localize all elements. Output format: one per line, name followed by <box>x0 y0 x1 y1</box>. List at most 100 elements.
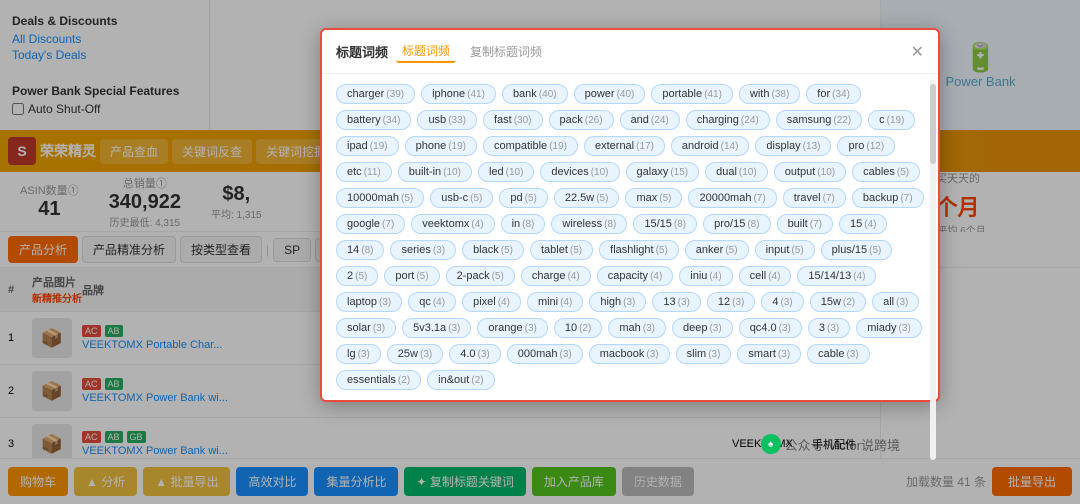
keyword-tag[interactable]: 15/14/13(4) <box>797 266 876 286</box>
keyword-tag[interactable]: lg(3) <box>336 344 381 364</box>
keyword-tag[interactable]: iphone(41) <box>421 84 496 104</box>
keyword-tag[interactable]: 10(2) <box>554 318 602 338</box>
keyword-tag[interactable]: 25w(3) <box>387 344 443 364</box>
keyword-tag[interactable]: power(40) <box>574 84 646 104</box>
watermark-icon: ♠ <box>761 434 781 454</box>
keyword-tag[interactable]: qc4.0(3) <box>739 318 802 338</box>
keyword-tag[interactable]: charging(24) <box>686 110 770 130</box>
keyword-tag[interactable]: solar(3) <box>336 318 396 338</box>
keyword-tag[interactable]: miady(3) <box>856 318 922 338</box>
keyword-tag[interactable]: flashlight(5) <box>599 240 679 260</box>
keyword-tag[interactable]: 13(3) <box>652 292 700 312</box>
keyword-tag[interactable]: charger(39) <box>336 84 415 104</box>
modal-scrollbar-thumb <box>930 84 936 164</box>
keyword-tag[interactable]: cell(4) <box>739 266 792 286</box>
keyword-tag[interactable]: smart(3) <box>737 344 801 364</box>
keyword-tag[interactable]: iniu(4) <box>679 266 732 286</box>
keyword-tag[interactable]: 15/15(8) <box>633 214 697 234</box>
keyword-tag[interactable]: macbook(3) <box>589 344 670 364</box>
keyword-tag[interactable]: 4.0(3) <box>449 344 501 364</box>
modal-header: 标题词频 标题词频 复制标题词频 ✕ <box>322 30 938 74</box>
keyword-tag[interactable]: ipad(19) <box>336 136 399 156</box>
keyword-tag[interactable]: slim(3) <box>676 344 732 364</box>
keyword-tag[interactable]: high(3) <box>589 292 646 312</box>
keyword-tag[interactable]: plus/15(5) <box>821 240 893 260</box>
keyword-tag[interactable]: and(24) <box>620 110 680 130</box>
keyword-tag[interactable]: etc(11) <box>336 162 392 182</box>
keyword-tag[interactable]: 3(3) <box>808 318 850 338</box>
keyword-tag[interactable]: output(10) <box>774 162 846 182</box>
keyword-tag[interactable]: pd(5) <box>499 188 547 208</box>
keyword-tag[interactable]: android(14) <box>671 136 750 156</box>
keyword-tag[interactable]: with(38) <box>739 84 800 104</box>
keyword-tag[interactable]: bank(40) <box>502 84 568 104</box>
keyword-tag[interactable]: capacity(4) <box>597 266 674 286</box>
keyword-tag[interactable]: max(5) <box>625 188 682 208</box>
keyword-tag[interactable]: for(34) <box>806 84 861 104</box>
keyword-tag[interactable]: anker(5) <box>685 240 749 260</box>
keyword-tag[interactable]: 5v3.1a(3) <box>402 318 471 338</box>
keyword-tag[interactable]: galaxy(15) <box>626 162 700 182</box>
keyword-tag[interactable]: 4(3) <box>761 292 803 312</box>
keyword-tag[interactable]: wireless(8) <box>551 214 627 234</box>
keyword-tag[interactable]: portable(41) <box>651 84 733 104</box>
keyword-tag[interactable]: all(3) <box>872 292 919 312</box>
keyword-tag[interactable]: travel(7) <box>783 188 846 208</box>
keyword-tag[interactable]: 20000mah(7) <box>688 188 776 208</box>
keyword-tag[interactable]: usb-c(5) <box>430 188 493 208</box>
keyword-tag[interactable]: samsung(22) <box>776 110 862 130</box>
keyword-tag[interactable]: qc(4) <box>408 292 456 312</box>
keyword-tag[interactable]: 15(4) <box>839 214 887 234</box>
keyword-tag[interactable]: google(7) <box>336 214 405 234</box>
modal-scrollbar[interactable] <box>930 80 936 460</box>
keyword-tag[interactable]: in&out(2) <box>427 370 494 390</box>
keyword-tag[interactable]: cable(3) <box>807 344 870 364</box>
keyword-tag[interactable]: devices(10) <box>540 162 619 182</box>
keyword-tag[interactable]: usb(33) <box>417 110 477 130</box>
keyword-tag[interactable]: port(5) <box>384 266 439 286</box>
keyword-tag[interactable]: tablet(5) <box>530 240 593 260</box>
keyword-tag[interactable]: veektomx(4) <box>411 214 494 234</box>
keyword-tag[interactable]: pro(12) <box>837 136 895 156</box>
keyword-tag[interactable]: black(5) <box>462 240 524 260</box>
keyword-tag[interactable]: built(7) <box>777 214 833 234</box>
keyword-tag[interactable]: orange(3) <box>477 318 548 338</box>
keyword-tag[interactable]: input(5) <box>755 240 815 260</box>
modal-close-btn[interactable]: ✕ <box>911 42 924 62</box>
keyword-tag[interactable]: led(10) <box>478 162 534 182</box>
keyword-tag[interactable]: 14(8) <box>336 240 384 260</box>
keyword-tag[interactable]: charge(4) <box>521 266 591 286</box>
keyword-tag[interactable]: pixel(4) <box>462 292 521 312</box>
modal-overlay[interactable]: 标题词频 标题词频 复制标题词频 ✕ charger(39) iphone(41)… <box>0 0 1080 504</box>
keyword-tag[interactable]: 2(5) <box>336 266 378 286</box>
keyword-tag[interactable]: mah(3) <box>608 318 666 338</box>
keyword-tag[interactable]: 15w(2) <box>810 292 866 312</box>
keyword-tag[interactable]: 000mah(3) <box>507 344 583 364</box>
keyword-tag[interactable]: laptop(3) <box>336 292 402 312</box>
keyword-tag[interactable]: 22.5w(5) <box>554 188 620 208</box>
keyword-tag[interactable]: essentials(2) <box>336 370 421 390</box>
keyword-tag[interactable]: 2-pack(5) <box>446 266 515 286</box>
modal-body: charger(39)iphone(41)bank(40)power(40)po… <box>322 74 938 400</box>
keyword-tag[interactable]: built-in(10) <box>398 162 472 182</box>
keyword-tag[interactable]: display(13) <box>755 136 831 156</box>
keyword-tag[interactable]: in(8) <box>501 214 546 234</box>
keyword-tag[interactable]: pack(26) <box>549 110 614 130</box>
keyword-tag[interactable]: 10000mah(5) <box>336 188 424 208</box>
keyword-tag[interactable]: cables(5) <box>852 162 920 182</box>
modal-tab2[interactable]: 复制标题词频 <box>464 41 548 62</box>
keyword-tag[interactable]: series(3) <box>390 240 456 260</box>
keyword-tag[interactable]: backup(7) <box>852 188 924 208</box>
keyword-tag[interactable]: c(19) <box>868 110 915 130</box>
keyword-tag[interactable]: compatible(19) <box>483 136 578 156</box>
keyword-tag[interactable]: deep(3) <box>672 318 733 338</box>
keyword-tag[interactable]: dual(10) <box>705 162 768 182</box>
modal-tab1[interactable]: 标题词频 <box>396 40 456 63</box>
keyword-tag[interactable]: phone(19) <box>405 136 477 156</box>
keyword-tag[interactable]: 12(3) <box>707 292 755 312</box>
keyword-tag[interactable]: pro/15(8) <box>703 214 770 234</box>
keyword-tag[interactable]: battery(34) <box>336 110 411 130</box>
keyword-tag[interactable]: fast(30) <box>483 110 543 130</box>
keyword-tag[interactable]: mini(4) <box>527 292 583 312</box>
keyword-tag[interactable]: external(17) <box>584 136 665 156</box>
